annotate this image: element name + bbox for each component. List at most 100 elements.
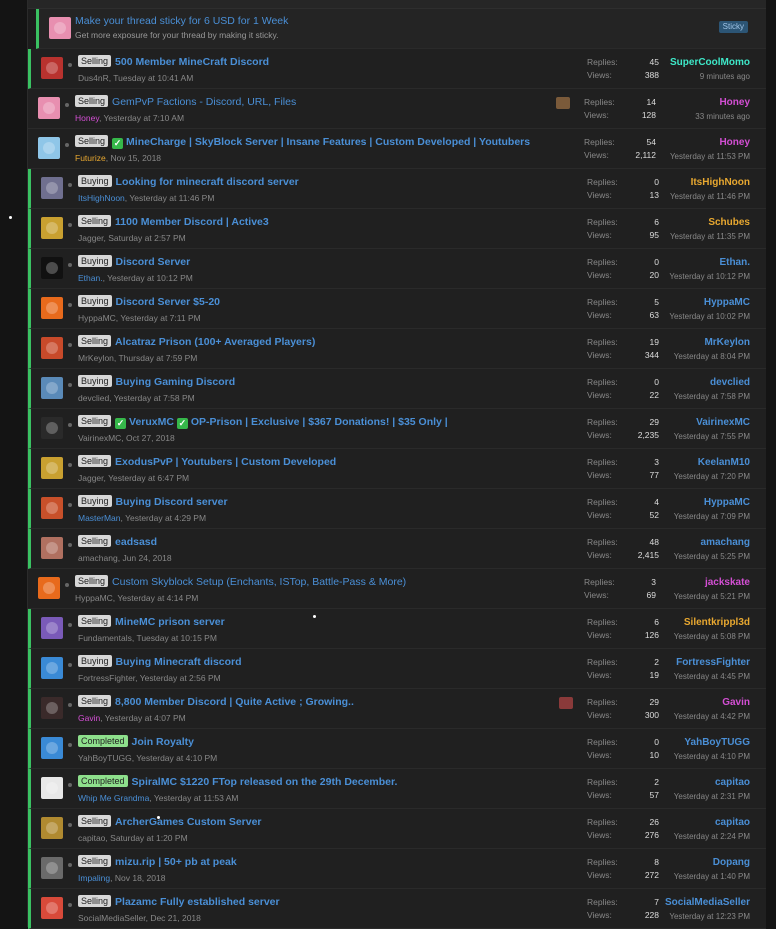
last-post-user[interactable]: MrKeylon xyxy=(640,336,750,350)
last-post-time[interactable]: Yesterday at 7:58 PM xyxy=(640,390,750,403)
thread-start-date[interactable]: Jun 24, 2018 xyxy=(122,553,171,563)
thread-title[interactable]: Buying Discord server xyxy=(116,496,228,508)
thread-row[interactable]: Selling Alcatraz Prison (100+ Averaged Pl… xyxy=(28,329,766,369)
user-avatar[interactable] xyxy=(41,497,63,519)
thread-row[interactable]: Selling Plazamc Fully established server S… xyxy=(28,889,766,929)
thread-author[interactable]: Jagger xyxy=(78,473,104,483)
last-post-user[interactable]: ItsHighNoon xyxy=(640,176,750,190)
user-avatar[interactable] xyxy=(41,737,63,759)
user-avatar[interactable] xyxy=(38,137,60,159)
thread-row[interactable]: Selling mizu.rip | 50+ pb at peak Impaling… xyxy=(28,849,766,889)
thread-prefix-badge[interactable]: Selling xyxy=(75,135,109,147)
last-post-user[interactable]: HyppaMC xyxy=(640,496,750,510)
thread-title[interactable]: Buying Gaming Discord xyxy=(116,376,236,388)
thread-prefix-badge[interactable]: Buying xyxy=(78,375,112,387)
thread-prefix-badge[interactable]: Buying xyxy=(78,295,112,307)
last-post-time[interactable]: Yesterday at 11:53 PM xyxy=(640,150,750,163)
last-post-time[interactable]: Yesterday at 4:45 PM xyxy=(640,670,750,683)
thread-author[interactable]: Honey xyxy=(75,113,99,123)
thread-row[interactable]: Buying Looking for minecraft discord serv… xyxy=(28,169,766,209)
last-post-user[interactable]: SuperCoolMomo xyxy=(640,56,750,70)
thread-author[interactable]: SocialMediaSeller xyxy=(78,913,146,923)
thread-start-date[interactable]: Tuesday at 10:15 PM xyxy=(136,633,216,643)
last-post-user[interactable]: Honey xyxy=(640,96,750,110)
last-post-time[interactable]: Yesterday at 11:46 PM xyxy=(640,190,750,203)
thread-prefix-badge[interactable]: Buying xyxy=(78,175,112,187)
thread-title[interactable]: Custom Skyblock Setup (Enchants, ISTop, … xyxy=(112,576,406,588)
thread-author[interactable]: amachang xyxy=(78,553,118,563)
last-post-time[interactable]: Yesterday at 10:02 PM xyxy=(640,310,750,323)
thread-author[interactable]: MrKeylon xyxy=(78,353,114,363)
user-avatar[interactable] xyxy=(41,777,63,799)
user-avatar[interactable] xyxy=(41,857,63,879)
thread-title[interactable]: ExodusPvP | Youtubers | Custom Developed xyxy=(115,456,336,468)
thread-prefix-badge[interactable]: Selling xyxy=(78,55,112,67)
thread-start-date[interactable]: Thursday at 7:59 PM xyxy=(118,353,197,363)
thread-prefix-badge[interactable]: Selling xyxy=(78,455,112,467)
last-post-user[interactable]: devclied xyxy=(640,376,750,390)
user-avatar[interactable] xyxy=(41,377,63,399)
thread-author[interactable]: HyppaMC xyxy=(75,593,113,603)
thread-start-date[interactable]: Yesterday at 11:46 PM xyxy=(129,193,214,203)
sticky-button[interactable]: Sticky xyxy=(718,21,748,33)
last-post-user[interactable]: YahBoyTUGG xyxy=(640,736,750,750)
last-post-time[interactable]: Yesterday at 2:24 PM xyxy=(640,830,750,843)
user-avatar[interactable] xyxy=(41,617,63,639)
last-post-time[interactable]: Yesterday at 8:04 PM xyxy=(640,350,750,363)
thread-row[interactable]: Completed Join Royalty YahBoyTUGG, Yesterd… xyxy=(28,729,766,769)
thread-author[interactable]: ItsHighNoon xyxy=(78,193,125,203)
thread-author[interactable]: FortressFighter xyxy=(78,673,135,683)
thread-title[interactable]: eadsasd xyxy=(115,536,157,548)
user-avatar[interactable] xyxy=(41,537,63,559)
last-post-user[interactable]: VairinexMC xyxy=(640,416,750,430)
thread-prefix-badge[interactable]: Selling xyxy=(78,335,112,347)
user-avatar[interactable] xyxy=(41,657,63,679)
thread-prefix-badge[interactable]: Completed xyxy=(78,735,128,747)
last-post-time[interactable]: Yesterday at 12:23 PM xyxy=(640,910,750,923)
thread-title[interactable]: mizu.rip | 50+ pb at peak xyxy=(115,856,237,868)
thread-row[interactable]: Selling MineMC prison server Fundamentals,… xyxy=(28,609,766,649)
thread-author[interactable]: Fundamentals xyxy=(78,633,132,643)
last-post-time[interactable]: Yesterday at 11:35 PM xyxy=(640,230,750,243)
thread-start-date[interactable]: Yesterday at 4:10 PM xyxy=(136,753,217,763)
thread-title[interactable]: 8,800 Member Discord | Quite Active ; Gr… xyxy=(115,696,354,708)
last-post-user[interactable]: Ethan. xyxy=(640,256,750,270)
user-avatar[interactable] xyxy=(38,97,60,119)
thread-row[interactable]: Selling 500 Member MineCraft Discord Dus4n… xyxy=(28,49,766,89)
last-post-time[interactable]: Yesterday at 4:42 PM xyxy=(640,710,750,723)
user-avatar[interactable] xyxy=(41,337,63,359)
user-avatar[interactable] xyxy=(41,257,63,279)
thread-row[interactable]: Selling eadsasd amachang, Jun 24, 2018 Repl… xyxy=(28,529,766,569)
thread-row[interactable]: Selling GemPvP Factions - Discord, URL, F… xyxy=(28,89,766,129)
thread-prefix-badge[interactable]: Selling xyxy=(78,415,112,427)
thread-start-date[interactable]: Saturday at 2:57 PM xyxy=(108,233,186,243)
thread-title[interactable]: Plazamc Fully established server xyxy=(115,896,280,908)
user-avatar[interactable] xyxy=(41,217,63,239)
sticky-promo-title[interactable]: Make your thread sticky for 6 USD for 1 … xyxy=(75,15,288,27)
last-post-user[interactable]: Honey xyxy=(640,136,750,150)
thread-start-date[interactable]: Yesterday at 7:10 AM xyxy=(104,113,185,123)
thread-prefix-badge[interactable]: Selling xyxy=(78,535,112,547)
thread-start-date[interactable]: Oct 27, 2018 xyxy=(126,433,175,443)
thread-start-date[interactable]: Yesterday at 4:29 PM xyxy=(125,513,206,523)
thread-title[interactable]: 1100 Member Discord | Active3 xyxy=(115,216,269,228)
thread-row[interactable]: Selling 8,800 Member Discord | Quite Acti… xyxy=(28,689,766,729)
thread-prefix-badge[interactable]: Buying xyxy=(78,655,112,667)
last-post-user[interactable]: capitao xyxy=(640,776,750,790)
thread-title-part[interactable]: OP-Prison | Exclusive | $367 Donations! … xyxy=(191,416,448,428)
user-avatar[interactable] xyxy=(41,297,63,319)
user-avatar[interactable] xyxy=(41,417,63,439)
thread-start-date[interactable]: Yesterday at 6:47 PM xyxy=(108,473,189,483)
thread-title[interactable]: Looking for minecraft discord server xyxy=(116,176,299,188)
sticky-promo-row[interactable]: Make your thread sticky for 6 USD for 1 … xyxy=(36,9,766,49)
last-post-time[interactable]: Yesterday at 7:20 PM xyxy=(640,470,750,483)
thread-start-date[interactable]: Yesterday at 7:58 PM xyxy=(114,393,195,403)
user-avatar[interactable] xyxy=(41,457,63,479)
thread-title[interactable]: ArcherGames Custom Server xyxy=(115,816,261,828)
thread-row[interactable]: Selling ✓ VeruxMC ✓ OP-Prison | Exclusive |… xyxy=(28,409,766,449)
thread-author[interactable]: Jagger xyxy=(78,233,104,243)
thread-author[interactable]: Impaling xyxy=(78,873,110,883)
thread-start-date[interactable]: Yesterday at 2:56 PM xyxy=(140,673,221,683)
thread-prefix-badge[interactable]: Selling xyxy=(78,615,112,627)
thread-prefix-badge[interactable]: Buying xyxy=(78,495,112,507)
